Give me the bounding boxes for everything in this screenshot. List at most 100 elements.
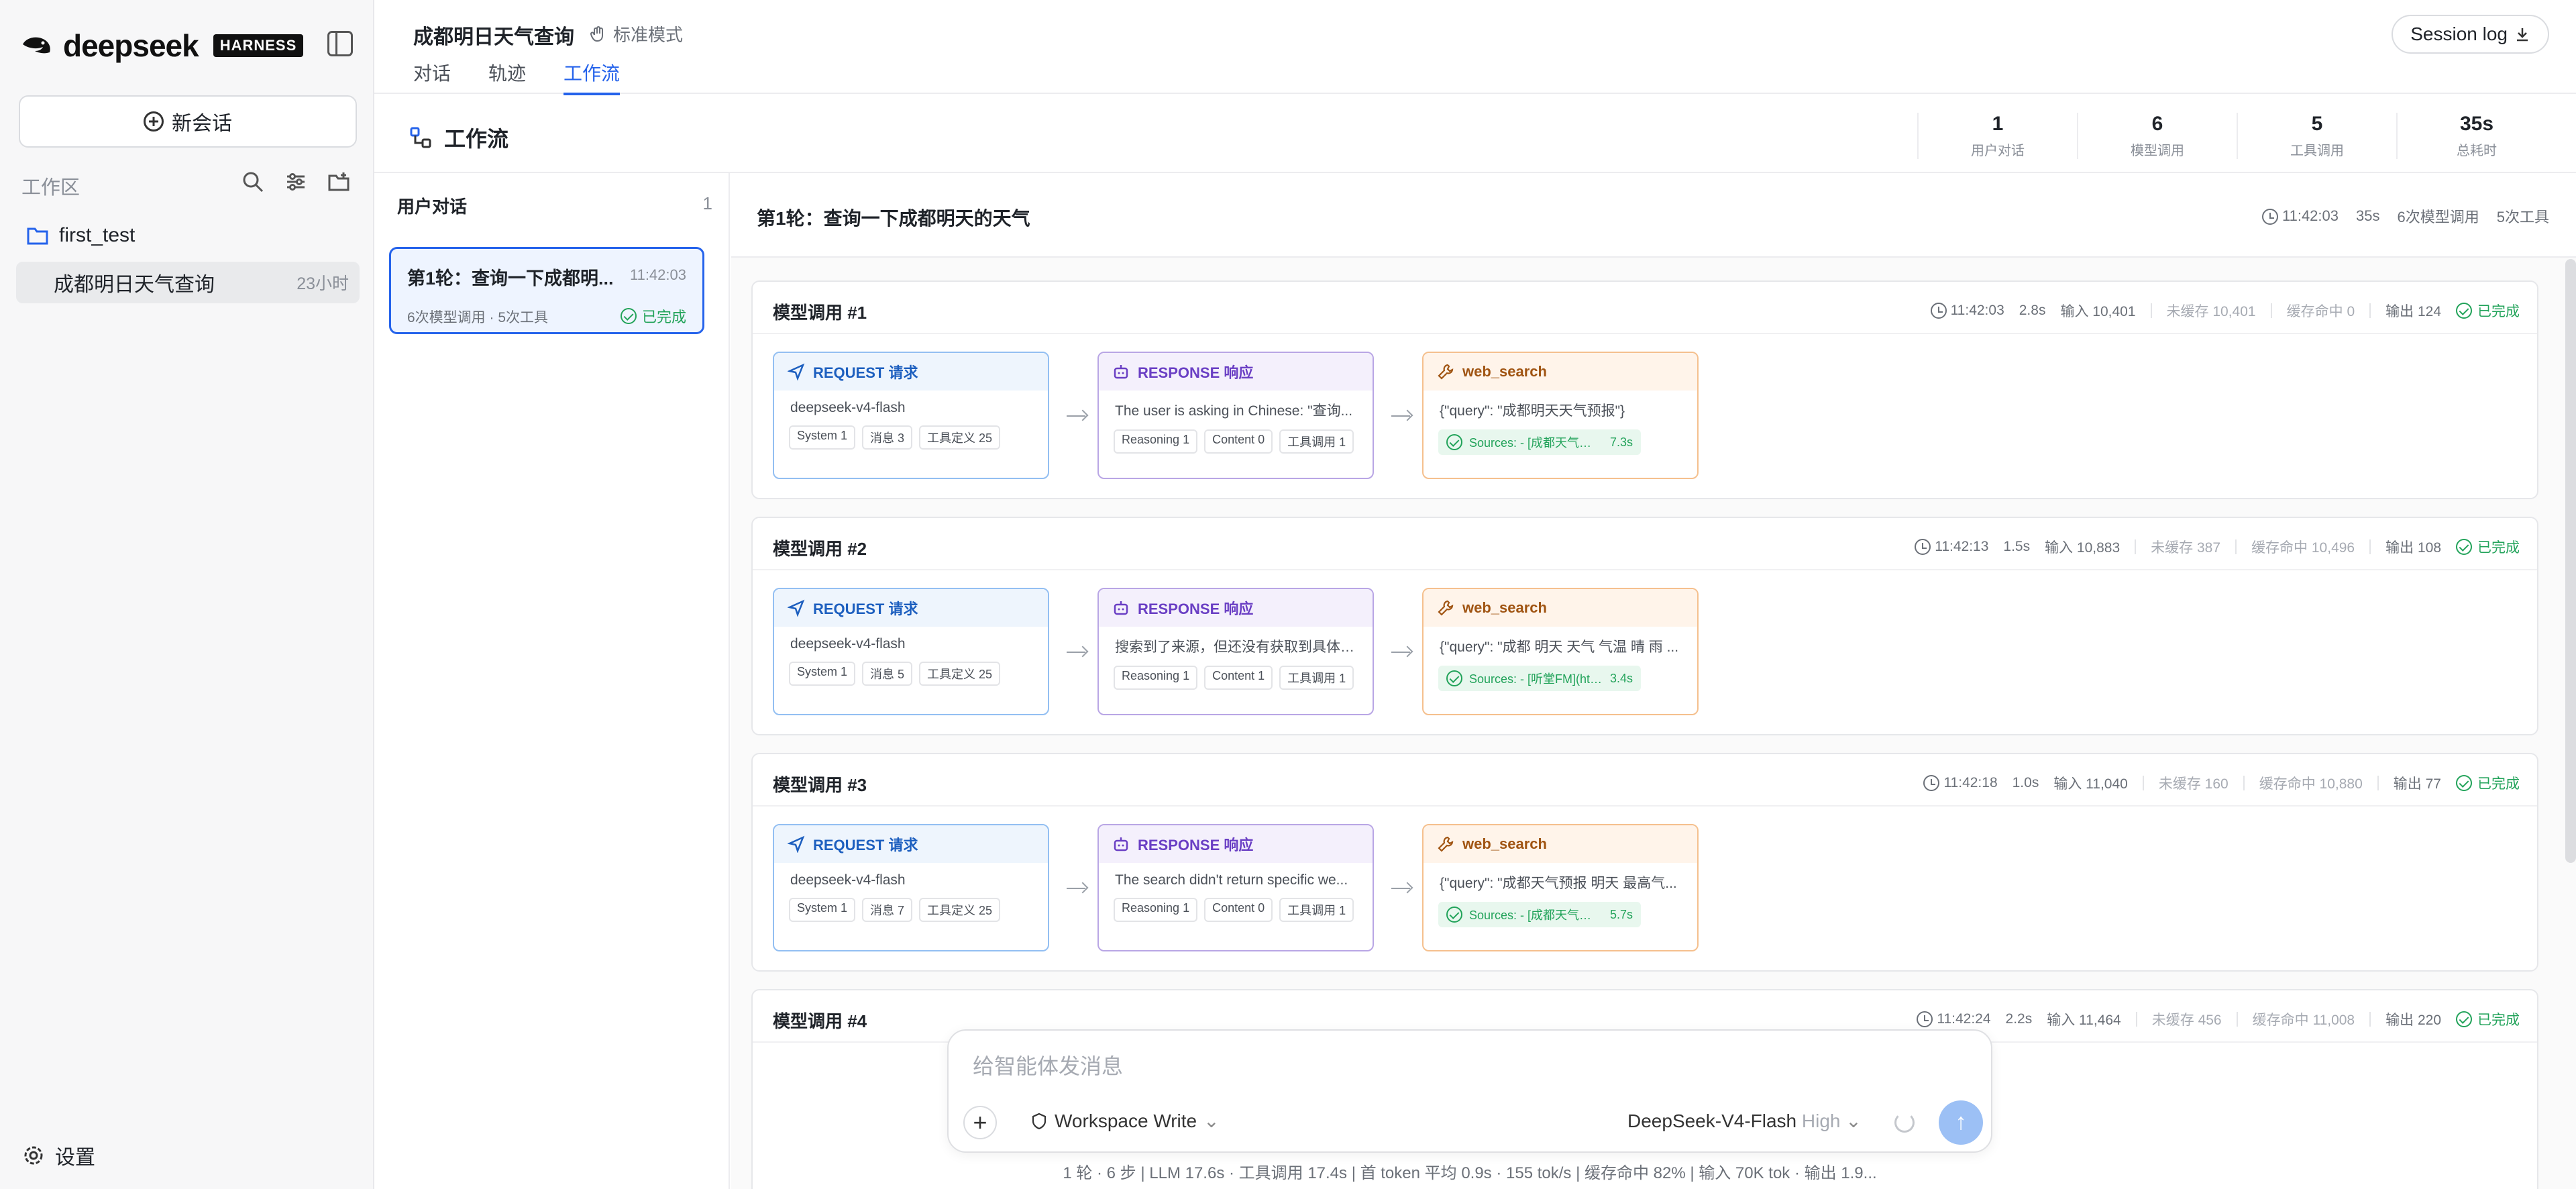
stat-user-turns: 1 用户对话 [1917,113,2077,159]
call-time: 11:42:24 [1917,1011,1991,1028]
arrow-right-icon [1389,409,1415,423]
stat-tool-calls: 5 工具调用 [2237,113,2396,159]
plus-circle-icon [144,111,164,132]
tab-chat[interactable]: 对话 [413,59,451,95]
call-name: 模型调用 #1 [773,303,867,323]
response-card[interactable]: RESPONSE 响应 The search didn't return spe… [1097,824,1374,951]
arrow-right-icon [1389,882,1415,895]
clock-icon [2262,209,2278,225]
status-badge: 已完成 [2456,301,2520,321]
check-circle-icon [1446,670,1462,686]
response-text: The user is asking in Chinese: "查询... [1115,403,1353,419]
request-model: deepseek-v4-flash [790,636,906,652]
download-icon [2517,28,2528,42]
workspace-label: 工作区 [21,177,80,199]
message-composer: 给智能体发消息 + Workspace Write ⌄ DeepSeek-V4-… [947,1029,1992,1153]
tool-result: Sources: - [听堂FM](https:/...3.4s [1438,666,1642,691]
status-badge: 已完成 [620,305,686,327]
tab-workflow[interactable]: 工作流 [564,59,621,95]
workflow-icon [410,127,431,148]
call-duration: 1.5s [2003,539,2031,554]
loading-spinner-icon [1894,1113,1915,1133]
call-uncached: 未缓存 160 [2158,776,2229,792]
mode-label: 标准模式 [613,25,684,45]
tag: Content 0 [1204,898,1273,922]
response-text: 搜索到了来源，但还没有获取到具体的... [1115,639,1366,655]
list-count: 1 [702,193,712,213]
filter-icon[interactable] [284,170,307,193]
new-chat-label: 新会话 [172,113,232,135]
robot-icon [1114,837,1128,851]
sidebar-collapse-icon[interactable] [327,31,353,56]
call-time: 11:42:03 [1930,303,2004,319]
top-header: 成都明日天气查询 标准模式 对话 轨迹 工作流 Session log [374,0,2576,95]
call-name: 模型调用 #4 [773,1011,867,1031]
call-output: 输出 124 [2385,304,2441,319]
call-cache-hit: 缓存命中 10,880 [2259,776,2363,792]
request-card[interactable]: REQUEST 请求 deepseek-v4-flash System 1 消息 … [773,824,1049,951]
clock-icon [1923,775,1940,792]
tool-card[interactable]: web_search {"query": "成都明天天气预报"} Sources… [1422,352,1699,479]
tag: 工具定义 25 [919,898,1001,922]
response-card[interactable]: RESPONSE 响应 搜索到了来源，但还没有获取到具体的... Reasoni… [1097,588,1374,715]
request-card[interactable]: REQUEST 请求 deepseek-v4-flash System 1 消息 … [773,588,1049,715]
send-button[interactable]: ↑ [1939,1100,1983,1145]
check-circle-icon [2456,303,2472,319]
call-output: 输出 77 [2393,776,2441,792]
tag: 消息 5 [862,662,913,686]
call-cache-hit: 缓存命中 0 [2286,304,2355,319]
new-chat-button[interactable]: 新会话 [19,95,357,148]
session-item[interactable]: 成都明日天气查询 23小时 [16,262,360,303]
session-log-button[interactable]: Session log [2392,15,2549,54]
settings-button[interactable]: 设置 [23,1141,95,1170]
brand-name: deepseek [63,28,199,63]
arrow-right-icon [1389,645,1415,659]
turn-time: 11:42:03 [2262,207,2339,225]
call-name: 模型调用 #2 [773,539,867,559]
tag: 工具定义 25 [919,662,1001,686]
check-circle-icon [2456,775,2472,791]
tab-trace[interactable]: 轨迹 [488,59,526,95]
mode-indicator[interactable]: 标准模式 [589,21,683,46]
arrow-right-icon [1064,645,1091,659]
brand-logo[interactable]: deepseek HARNESS [20,27,304,64]
tool-card[interactable]: web_search {"query": "成都天气预报 明天 最高气... S… [1422,824,1699,951]
tag: 消息 7 [862,898,913,922]
turn-time: 11:42:03 [629,266,686,283]
turn-item[interactable]: 第1轮：查询一下成都明... 11:42:03 6次模型调用 · 5次工具 已完… [389,247,704,334]
call-output: 输出 220 [2385,1013,2441,1028]
attach-button[interactable]: + [963,1106,997,1139]
folder-item[interactable]: first_test [27,224,135,247]
tool-query: {"query": "成都天气预报 明天 最高气... [1440,876,1677,891]
request-card[interactable]: REQUEST 请求 deepseek-v4-flash System 1 消息 … [773,352,1049,479]
tab-bar: 对话 轨迹 工作流 [413,59,621,95]
model-call-card: 模型调用 #2 11:42:13 1.5s 输入 10,883 未缓存 387 … [751,517,2538,735]
hand-icon [590,25,603,42]
send-icon [788,835,805,853]
model-call-card: 模型调用 #1 11:42:03 2.8s 输入 10,401 未缓存 10,4… [751,280,2538,499]
call-time: 11:42:18 [1923,775,1998,792]
call-cache-hit: 缓存命中 11,008 [2252,1013,2355,1028]
message-input[interactable]: 给智能体发消息 [973,1049,1123,1080]
robot-icon [1114,601,1128,615]
call-output: 输出 108 [2385,540,2441,556]
folder-name: first_test [59,224,136,246]
response-card[interactable]: RESPONSE 响应 The user is asking in Chines… [1097,352,1374,479]
new-folder-icon[interactable] [327,170,350,193]
send-icon [788,363,805,380]
session-title: 成都明日天气查询 [54,274,215,296]
chevron-down-icon: ⌄ [1845,1110,1862,1131]
clock-icon [1917,1011,1933,1028]
folder-icon [27,227,48,245]
list-header: 用户对话 [397,197,468,217]
request-model: deepseek-v4-flash [790,872,906,888]
tool-card[interactable]: web_search {"query": "成都 明天 天气 气温 晴 雨 ..… [1422,588,1699,715]
search-icon[interactable] [241,170,264,193]
wrench-icon [1438,364,1454,380]
workspace-select[interactable]: Workspace Write ⌄ [1030,1110,1220,1132]
model-select[interactable]: DeepSeek-V4-Flash High ⌄ [1627,1110,1862,1132]
request-model: deepseek-v4-flash [790,400,906,415]
scrollbar[interactable] [2565,259,2576,863]
whale-icon [23,37,50,54]
wrench-icon [1438,836,1454,852]
